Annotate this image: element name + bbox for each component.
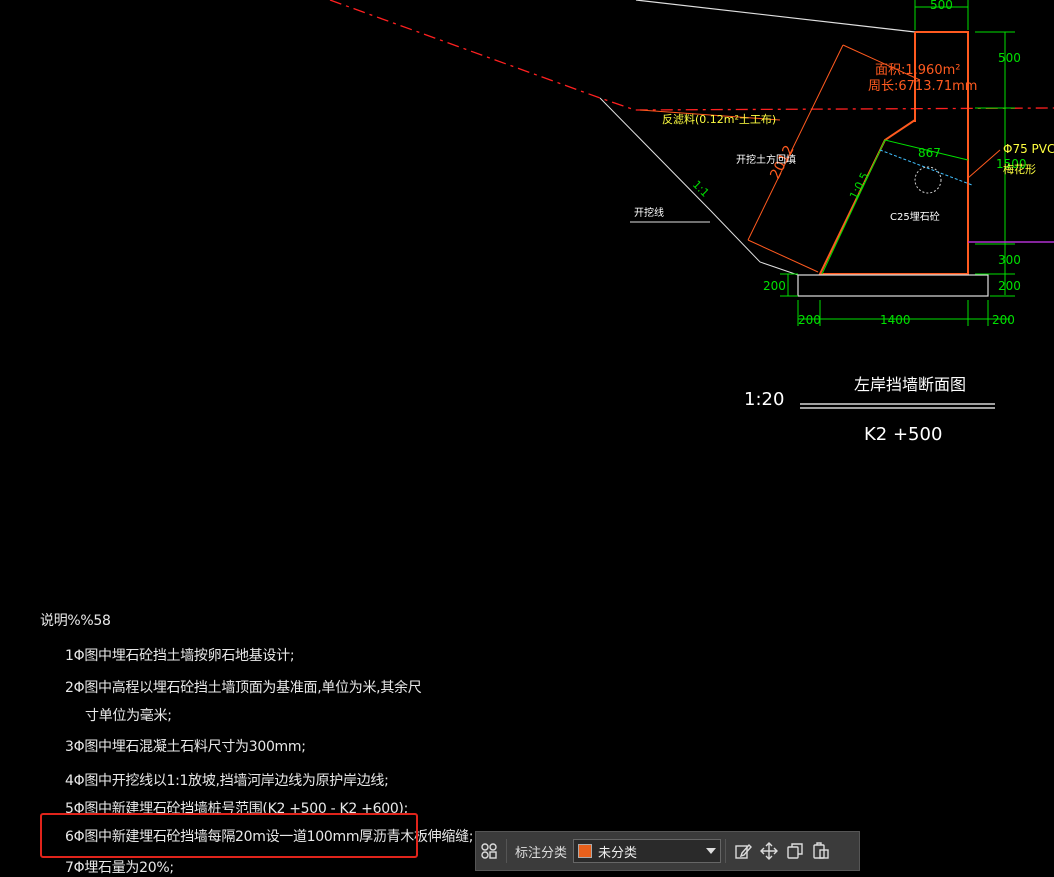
dim-bottom-200-right: 200: [992, 313, 1015, 327]
dim-right-300: 300: [998, 253, 1021, 267]
note-item: 2Φ图中高程以埋石砼挡土墙顶面为基准面,单位为米,其余尺: [65, 680, 422, 696]
dim-right-500: 500: [998, 51, 1021, 65]
note-item: 寸单位为毫米;: [85, 708, 172, 724]
perimeter-label: 周长:6713.71mm: [868, 79, 977, 94]
note-item: 1Φ图中埋石砼挡土墙按卵石地基设计;: [65, 648, 295, 664]
pvc-label: Φ75 PVC: [1003, 142, 1054, 156]
toolbar-separator: [725, 839, 727, 863]
category-value: 未分类: [598, 845, 638, 861]
scale-label: 1:20: [744, 389, 784, 410]
backfill-label: 开挖土方回填: [736, 153, 796, 166]
note-item: 4Φ图中开挖线以1:1放坡,挡墙河岸边线为原护岸边线;: [65, 773, 389, 789]
dim-bottom-1400: 1400: [880, 313, 911, 327]
highlight-box: [40, 813, 418, 858]
color-swatch: [578, 844, 593, 858]
concrete-label: C25埋石砼: [890, 210, 940, 223]
station-label: K2 +500: [864, 424, 942, 445]
dim-bottom-200-left: 200: [798, 313, 821, 327]
terrain-line: [635, 0, 916, 33]
excavation-line-label: 开挖线: [634, 206, 664, 219]
dim-left-200: 200: [763, 279, 786, 293]
move-icon[interactable]: [756, 838, 782, 864]
footing: [797, 274, 989, 297]
slope-dim-line: [747, 44, 844, 241]
annotation-toolbar: 标注分类 未分类: [475, 831, 860, 871]
dim-right-200: 200: [998, 279, 1021, 293]
note-item: 7Φ埋石量为20%;: [65, 860, 174, 876]
paste-icon[interactable]: [808, 838, 834, 864]
edit-icon[interactable]: [730, 838, 756, 864]
copy-icon[interactable]: [782, 838, 808, 864]
dim-867: 867: [918, 146, 941, 160]
filter-label: 反滤料(0.12m²土工布): [662, 112, 776, 126]
dimension-lines: [780, 0, 1015, 326]
plum-pattern-symbol: [914, 166, 942, 194]
dim-slope-1-1: 1:1: [690, 178, 712, 200]
dim-top-500: 500: [930, 0, 953, 12]
note-item: 3Φ图中埋石混凝土石料尺寸为300mm;: [65, 739, 306, 755]
dim-slope-1-05: 1:0.5: [847, 170, 871, 201]
section-title: 左岸挡墙断面图: [854, 375, 966, 394]
category-label: 标注分类: [515, 845, 568, 861]
plum-label: 梅花形: [1003, 162, 1036, 176]
area-label: 面积:1.960m²: [875, 63, 960, 78]
chevron-down-icon: [706, 848, 717, 854]
category-select[interactable]: 未分类: [573, 839, 722, 863]
slope-dim-ext: [747, 239, 819, 273]
toolbar-separator: [506, 839, 507, 863]
notes-heading: 说明%%58: [40, 613, 111, 629]
layout-icon[interactable]: [476, 838, 502, 864]
